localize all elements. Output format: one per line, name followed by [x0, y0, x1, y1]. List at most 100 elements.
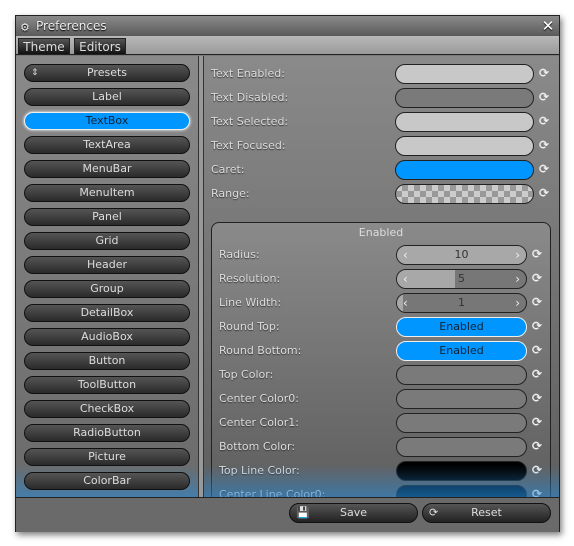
chevron-right-icon[interactable]: ›: [515, 294, 520, 312]
chevron-left-icon[interactable]: ‹: [403, 294, 408, 312]
enabled-group: Enabled Radius: ‹ › 10 ⟳ Resolution: ‹ › 5 ⟳ Line …: [211, 222, 551, 497]
refresh-icon[interactable]: ⟳: [532, 319, 542, 333]
color-field[interactable]: [395, 64, 534, 84]
property-label: Resolution:: [219, 272, 281, 285]
chevron-left-icon[interactable]: ‹: [403, 270, 408, 288]
widget-item-radiobutton[interactable]: RadioButton: [24, 424, 190, 442]
slider-value: 10: [454, 248, 469, 261]
slider-field[interactable]: ‹ › 10: [396, 245, 527, 265]
property-label: Top Line Color:: [219, 464, 300, 477]
reset-button[interactable]: ⟳ Reset: [422, 503, 551, 523]
widget-list: ⇕ Presets Label TextBox TextArea MenuBar Menu…: [16, 56, 198, 497]
property-label: Center Color0:: [219, 392, 299, 405]
property-label: Round Bottom:: [219, 344, 302, 357]
refresh-icon[interactable]: ⟳: [539, 90, 549, 104]
refresh-icon[interactable]: ⟳: [532, 487, 542, 497]
toggle-value: Enabled: [439, 344, 484, 357]
save-label: Save: [339, 506, 367, 519]
toggle-field[interactable]: Enabled: [396, 341, 527, 361]
presets-label: Presets: [86, 66, 128, 79]
refresh-icon[interactable]: ⟳: [532, 391, 542, 405]
refresh-icon[interactable]: ⟳: [532, 247, 542, 261]
tab-editors[interactable]: Editors: [74, 38, 126, 55]
widget-item-detailbox[interactable]: DetailBox: [24, 304, 190, 322]
property-label: Text Selected:: [211, 115, 289, 128]
widget-item-panel[interactable]: Panel: [24, 208, 190, 226]
property-label: Bottom Color:: [219, 440, 296, 453]
widget-item-menubar[interactable]: MenuBar: [24, 160, 190, 178]
widget-item-audiobox[interactable]: AudioBox: [24, 328, 190, 346]
chevron-right-icon[interactable]: ›: [515, 270, 520, 288]
color-field[interactable]: [396, 389, 527, 409]
property-label: Caret:: [211, 163, 245, 176]
refresh-icon[interactable]: ⟳: [539, 162, 549, 176]
toggle-field[interactable]: Enabled: [396, 317, 527, 337]
widget-item-checkbox[interactable]: CheckBox: [24, 400, 190, 418]
preferences-window: ⚙ Preferences ✕ Theme Editors ⇕ Presets L…: [15, 15, 560, 532]
widget-item-group[interactable]: Group: [24, 280, 190, 298]
gears-icon: ⚙: [20, 21, 30, 34]
color-field[interactable]: [395, 160, 534, 180]
refresh-icon[interactable]: ⟳: [539, 114, 549, 128]
widget-item-toolbutton[interactable]: ToolButton: [24, 376, 190, 394]
color-field[interactable]: [395, 184, 534, 204]
toggle-value: Enabled: [439, 320, 484, 333]
property-label: Top Color:: [219, 368, 274, 381]
save-icon: 💾: [296, 506, 310, 519]
widget-item-textbox[interactable]: TextBox: [24, 112, 190, 130]
slider-value: 1: [458, 296, 465, 309]
reset-label: Reset: [471, 506, 502, 519]
widget-item-grid[interactable]: Grid: [24, 232, 190, 250]
property-label: Text Disabled:: [211, 91, 289, 104]
widget-item-textarea[interactable]: TextArea: [24, 136, 190, 154]
footer: 💾 Save ⟳ Reset: [16, 497, 559, 532]
tab-theme[interactable]: Theme: [18, 38, 70, 55]
chevron-left-icon[interactable]: ‹: [403, 246, 408, 264]
refresh-icon[interactable]: ⟳: [532, 271, 542, 285]
color-field[interactable]: [395, 136, 534, 156]
color-field[interactable]: [396, 485, 527, 497]
property-label: Text Focused:: [211, 139, 286, 152]
color-field[interactable]: [396, 365, 527, 385]
chevron-right-icon[interactable]: ›: [515, 246, 520, 264]
property-label: Center Color1:: [219, 416, 299, 429]
refresh-icon: ⟳: [429, 506, 439, 519]
color-field[interactable]: [396, 461, 527, 481]
refresh-icon[interactable]: ⟳: [532, 295, 542, 309]
group-title: Enabled: [358, 226, 404, 239]
slider-field[interactable]: ‹ › 5: [396, 269, 527, 289]
slider-value: 5: [458, 272, 465, 285]
property-label: Range:: [211, 187, 250, 200]
widget-item-button[interactable]: Button: [24, 352, 190, 370]
save-button[interactable]: 💾 Save: [289, 503, 418, 523]
property-label: Radius:: [219, 248, 260, 261]
widget-item-menuitem[interactable]: MenuItem: [24, 184, 190, 202]
properties-panel: Enabled Radius: ‹ › 10 ⟳ Resolution: ‹ › 5 ⟳ Line …: [204, 56, 559, 497]
property-label: Line Width:: [219, 296, 282, 309]
slider-field[interactable]: ‹ › 1: [396, 293, 527, 313]
widget-item-picture[interactable]: Picture: [24, 448, 190, 466]
refresh-icon[interactable]: ⟳: [532, 343, 542, 357]
refresh-icon[interactable]: ⟳: [532, 439, 542, 453]
refresh-icon[interactable]: ⟳: [532, 415, 542, 429]
refresh-icon[interactable]: ⟳: [539, 186, 549, 200]
up-down-icon: ⇕: [31, 68, 39, 78]
close-icon[interactable]: ✕: [540, 18, 556, 34]
title-bar: ⚙ Preferences ✕: [16, 16, 559, 36]
refresh-icon[interactable]: ⟳: [532, 367, 542, 381]
refresh-icon[interactable]: ⟳: [539, 138, 549, 152]
refresh-icon[interactable]: ⟳: [532, 463, 542, 477]
tab-bar: Theme Editors: [16, 36, 559, 55]
presets-button[interactable]: ⇕ Presets: [24, 64, 190, 82]
property-label: Center Line Color0:: [219, 488, 326, 497]
color-field[interactable]: [396, 437, 527, 457]
property-label: Text Enabled:: [211, 67, 285, 80]
color-field[interactable]: [395, 112, 534, 132]
widget-item-label[interactable]: Label: [24, 88, 190, 106]
refresh-icon[interactable]: ⟳: [539, 66, 549, 80]
property-label: Round Top:: [219, 320, 280, 333]
widget-item-colorbar[interactable]: ColorBar: [24, 472, 190, 490]
widget-item-header[interactable]: Header: [24, 256, 190, 274]
color-field[interactable]: [395, 88, 534, 108]
color-field[interactable]: [396, 413, 527, 433]
